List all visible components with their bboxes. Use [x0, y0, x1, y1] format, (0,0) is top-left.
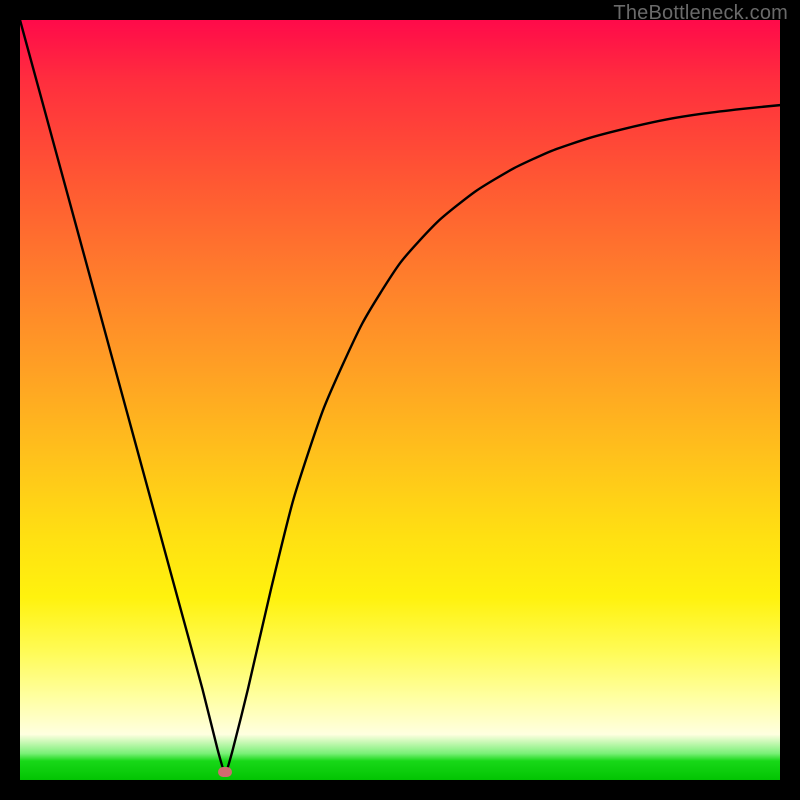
- chart-frame: TheBottleneck.com: [0, 0, 800, 800]
- minimum-marker: [218, 767, 232, 777]
- plot-area: [20, 20, 780, 780]
- watermark-text: TheBottleneck.com: [613, 2, 788, 25]
- bottleneck-curve: [20, 20, 780, 780]
